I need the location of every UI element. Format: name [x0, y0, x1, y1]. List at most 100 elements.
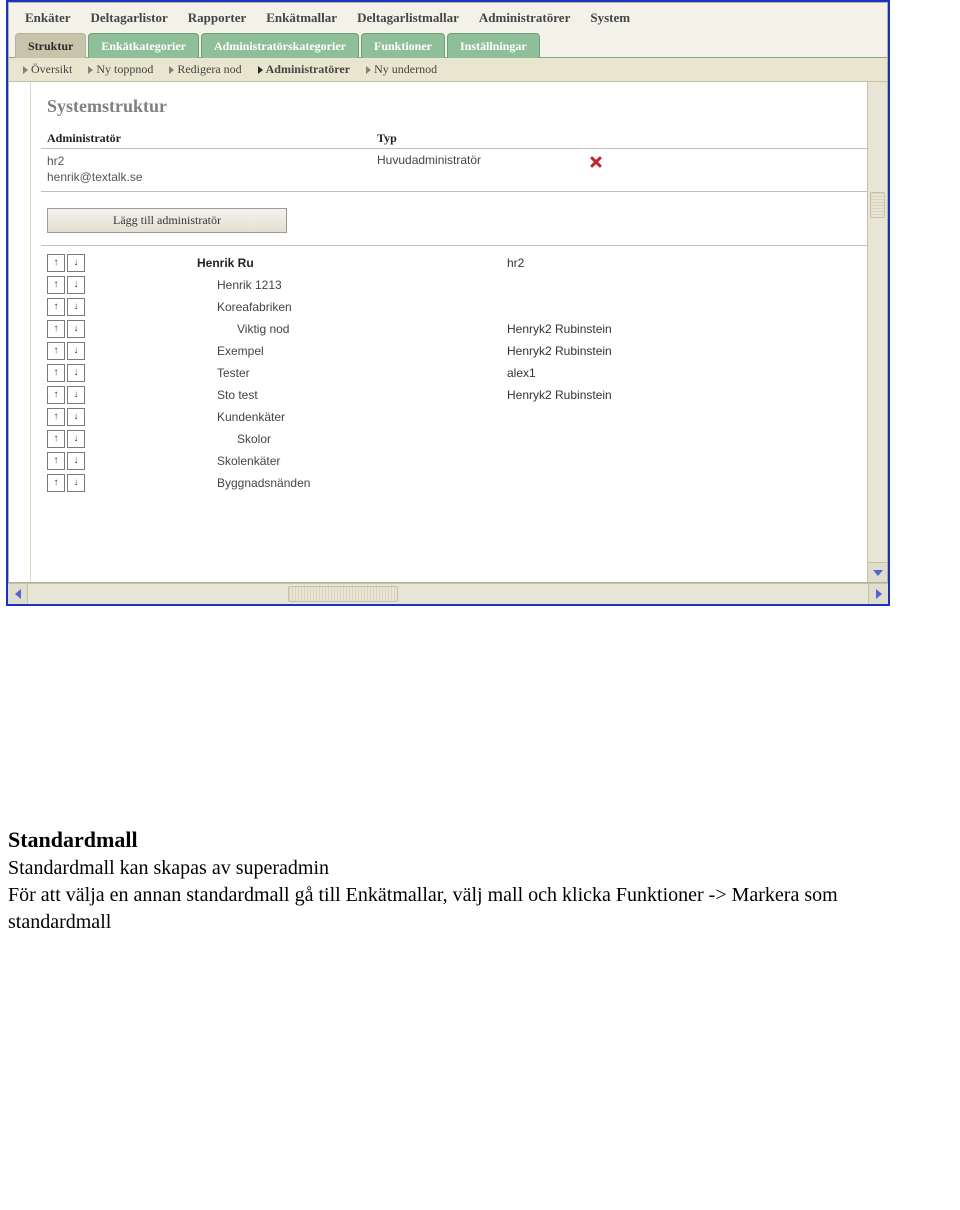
subnav-label: Ny undernod [374, 62, 437, 77]
col-admin: Administratör [47, 131, 377, 146]
admin-row: hr2 henrik@textalk.se Huvudadministratör [41, 149, 867, 192]
node-owner: Henryk2 Rubinstein [507, 322, 612, 336]
add-admin-button[interactable]: Lägg till administratör [47, 208, 287, 233]
hscroll-track[interactable] [28, 584, 868, 604]
doc-heading: Standardmall [8, 826, 858, 853]
node-owner: Henryk2 Rubinstein [507, 344, 612, 358]
node-row: ↑↓ Byggnadsnänden [41, 472, 867, 494]
node-row: ↑↓ Henrik 1213 [41, 274, 867, 296]
move-down-button[interactable]: ↓ [67, 276, 85, 294]
subnav-översikt[interactable]: Översikt [17, 62, 78, 77]
subnav-label: Redigera nod [177, 62, 241, 77]
move-down-button[interactable]: ↓ [67, 408, 85, 426]
menu-enkätmallar[interactable]: Enkätmallar [256, 7, 347, 32]
horizontal-scrollbar[interactable] [8, 583, 888, 604]
node-name[interactable]: Tester [97, 366, 250, 380]
move-up-button[interactable]: ↑ [47, 276, 65, 294]
node-row: ↑↓ Skolor [41, 428, 867, 450]
node-name[interactable]: Henrik 1213 [97, 278, 282, 292]
remove-admin-icon[interactable] [587, 153, 605, 171]
tab-struktur[interactable]: Struktur [15, 33, 86, 58]
vertical-scrollbar[interactable] [867, 82, 887, 582]
node-name[interactable]: Byggnadsnänden [97, 476, 310, 490]
move-down-button[interactable]: ↓ [67, 254, 85, 272]
node-name[interactable]: Koreafabriken [97, 300, 292, 314]
chevron-right-icon [88, 66, 93, 74]
move-up-button[interactable]: ↑ [47, 254, 65, 272]
menu-enkäter[interactable]: Enkäter [15, 7, 81, 32]
left-gutter [9, 82, 31, 582]
node-owner: Henryk2 Rubinstein [507, 388, 612, 402]
node-name[interactable]: Sto test [97, 388, 258, 402]
column-headers: Administratör Typ [41, 131, 867, 149]
move-up-button[interactable]: ↑ [47, 474, 65, 492]
tab-enkätkategorier[interactable]: Enkätkategorier [88, 33, 199, 58]
node-name[interactable]: Viktig nod [97, 322, 289, 336]
node-row: ↑↓ Sto test Henryk2 Rubinstein [41, 384, 867, 406]
hscroll-left-button[interactable] [8, 584, 28, 604]
subnav-label: Ny toppnod [96, 62, 153, 77]
move-up-button[interactable]: ↑ [47, 342, 65, 360]
node-name[interactable]: Skolor [97, 432, 271, 446]
node-row: ↑↓ Exempel Henryk2 Rubinstein [41, 340, 867, 362]
col-type: Typ [377, 131, 397, 146]
move-up-button[interactable]: ↑ [47, 386, 65, 404]
admin-email: henrik@textalk.se [47, 169, 377, 185]
move-up-button[interactable]: ↑ [47, 364, 65, 382]
tab-bar: StrukturEnkätkategorierAdministratörskat… [9, 32, 887, 58]
vscroll-thumb[interactable] [870, 192, 885, 218]
tab-administratörskategorier[interactable]: Administratörskategorier [201, 33, 359, 58]
move-up-button[interactable]: ↑ [47, 320, 65, 338]
move-down-button[interactable]: ↓ [67, 430, 85, 448]
subnav-label: Administratörer [266, 62, 350, 77]
page-title: Systemstruktur [47, 96, 867, 117]
move-up-button[interactable]: ↑ [47, 298, 65, 316]
tab-inställningar[interactable]: Inställningar [447, 33, 540, 58]
hscroll-thumb[interactable] [288, 586, 398, 602]
main-area: Systemstruktur Administratör Typ hr2 hen… [9, 82, 887, 582]
menu-administratörer[interactable]: Administratörer [469, 7, 580, 32]
move-down-button[interactable]: ↓ [67, 364, 85, 382]
move-up-button[interactable]: ↑ [47, 430, 65, 448]
subnav-label: Översikt [31, 62, 72, 77]
move-down-button[interactable]: ↓ [67, 452, 85, 470]
move-down-button[interactable]: ↓ [67, 298, 85, 316]
app-frame: EnkäterDeltagarlistorRapporterEnkätmalla… [6, 0, 890, 606]
move-up-button[interactable]: ↑ [47, 452, 65, 470]
node-row: ↑↓ Skolenkäter [41, 450, 867, 472]
chevron-right-icon [258, 66, 263, 74]
vscroll-down-button[interactable] [868, 562, 887, 582]
subnav-administratörer[interactable]: Administratörer [252, 62, 356, 77]
chevron-right-icon [169, 66, 174, 74]
node-name[interactable]: Skolenkäter [97, 454, 280, 468]
move-down-button[interactable]: ↓ [67, 320, 85, 338]
node-list: ↑↓Henrik Ruhr2↑↓Henrik 1213↑↓Koreafabrik… [41, 246, 867, 494]
menu-deltagarlistor[interactable]: Deltagarlistor [81, 7, 178, 32]
hscroll-right-button[interactable] [868, 584, 888, 604]
subnav-redigera-nod[interactable]: Redigera nod [163, 62, 247, 77]
node-name[interactable]: Exempel [97, 344, 264, 358]
main-menubar: EnkäterDeltagarlistorRapporterEnkätmalla… [9, 3, 887, 32]
tab-funktioner[interactable]: Funktioner [361, 33, 445, 58]
node-row: ↑↓ Kundenkäter [41, 406, 867, 428]
node-row: ↑↓ Koreafabriken [41, 296, 867, 318]
menu-rapporter[interactable]: Rapporter [178, 7, 257, 32]
subnav-ny-toppnod[interactable]: Ny toppnod [82, 62, 159, 77]
node-name[interactable]: Kundenkäter [97, 410, 285, 424]
subnav-ny-undernod[interactable]: Ny undernod [360, 62, 443, 77]
node-name[interactable]: Henrik Ru [97, 256, 254, 270]
node-row: ↑↓ Viktig nod Henryk2 Rubinstein [41, 318, 867, 340]
move-up-button[interactable]: ↑ [47, 408, 65, 426]
node-owner: hr2 [507, 256, 524, 270]
document-body: Standardmall Standardmall kan skapas av … [8, 826, 858, 936]
content-pane: Systemstruktur Administratör Typ hr2 hen… [31, 82, 867, 582]
menu-system[interactable]: System [580, 7, 640, 32]
node-owner: alex1 [507, 366, 536, 380]
move-down-button[interactable]: ↓ [67, 386, 85, 404]
admin-type: Huvudadministratör [377, 153, 587, 167]
move-down-button[interactable]: ↓ [67, 474, 85, 492]
move-down-button[interactable]: ↓ [67, 342, 85, 360]
node-row: ↑↓ Henrik Ru hr2 [41, 252, 867, 274]
menu-deltagarlistmallar[interactable]: Deltagarlistmallar [347, 7, 469, 32]
doc-line-2: För att välja en annan standardmall gå t… [8, 882, 858, 936]
